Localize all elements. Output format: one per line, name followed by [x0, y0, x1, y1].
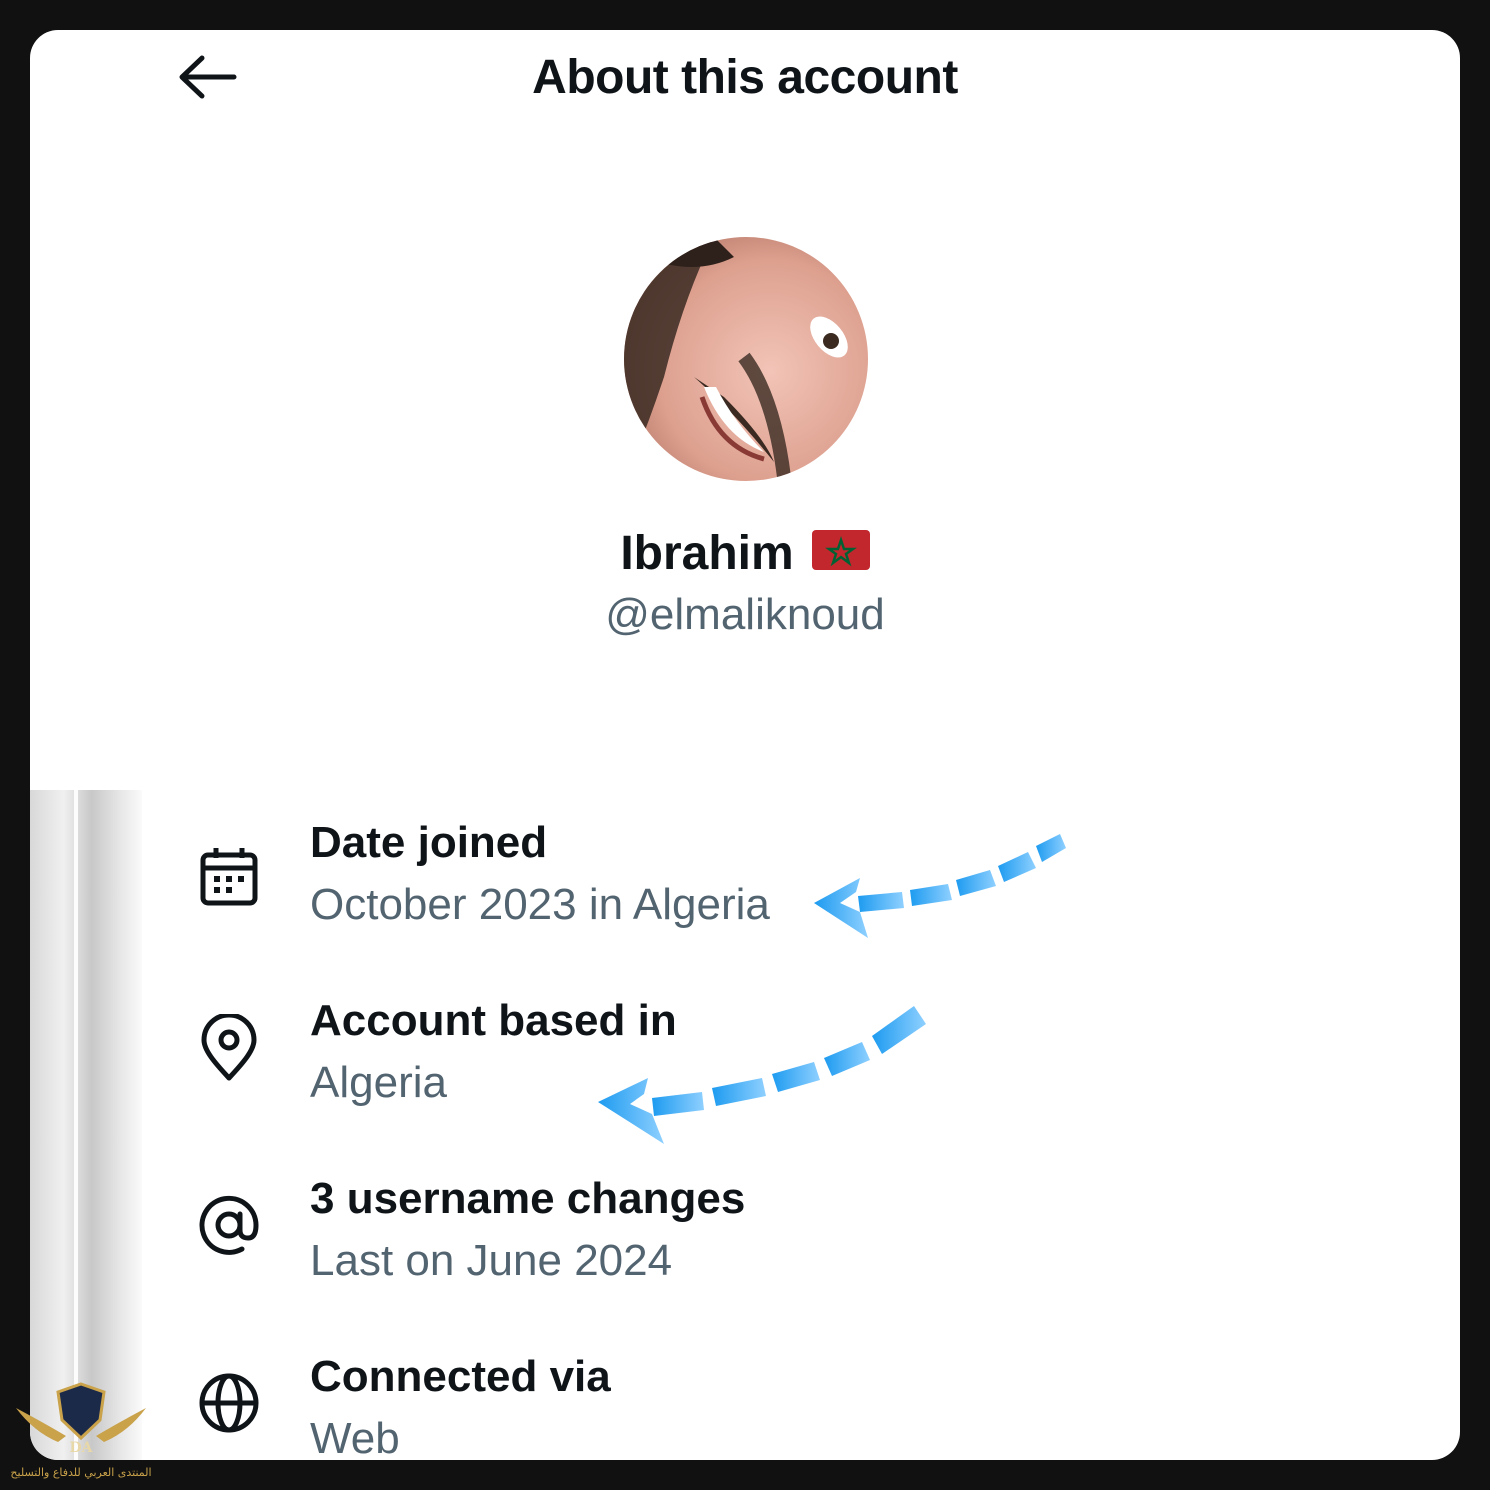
calendar-icon: [194, 842, 264, 912]
about-account-panel: About this account Ibrahim @elmaliknoud: [30, 30, 1460, 1460]
item-label: Date joined: [310, 818, 548, 867]
info-item-date-joined: Date joined October 2023 in Algeria: [30, 818, 1460, 968]
avatar-photo: [624, 237, 868, 481]
item-value: Web: [310, 1414, 400, 1460]
item-value: Last on June 2024: [310, 1236, 673, 1285]
annotation-arrow-1: [814, 834, 1066, 938]
morocco-flag-icon: [811, 530, 870, 571]
profile-name-row: Ibrahim: [30, 526, 1460, 581]
globe-icon: [194, 1368, 264, 1438]
watermark-text: المنتدى العربي للدفاع والتسليح: [10, 1466, 151, 1479]
profile-name: Ibrahim: [620, 527, 794, 580]
item-label: Connected via: [310, 1352, 611, 1401]
page-title: About this account: [532, 51, 958, 104]
info-item-username-changes: 3 username changes Last on June 2024: [30, 1174, 1460, 1324]
at-sign-icon: [194, 1190, 264, 1260]
item-value: Algeria: [310, 1058, 447, 1107]
watermark-logo: DA المنتدى العربي للدفاع والتسليح: [6, 1380, 156, 1484]
location-pin-icon: [194, 1012, 264, 1084]
avatar[interactable]: [624, 237, 868, 481]
profile-handle: @elmaliknoud: [605, 590, 885, 639]
item-value: October 2023 in Algeria: [310, 880, 770, 929]
info-item-connected-via: Connected via Web: [30, 1352, 1460, 1460]
watermark-logo-text: DA: [69, 1440, 93, 1456]
item-label: 3 username changes: [310, 1174, 746, 1223]
annotation-arrow-2: [598, 1006, 926, 1144]
